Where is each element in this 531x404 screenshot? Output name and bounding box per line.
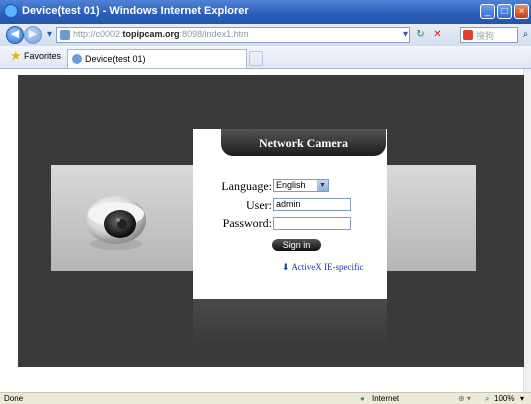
user-label: User:: [246, 198, 272, 212]
tab-device[interactable]: Device(test 01): [67, 49, 247, 68]
zoom-icon: ⌕: [485, 394, 490, 403]
favorites-bar: ★ Favorites Device(test 01): [0, 46, 531, 69]
vertical-scrollbar[interactable]: [523, 69, 531, 392]
forward-button[interactable]: ▶: [24, 26, 42, 44]
sign-in-button[interactable]: Sign in: [272, 239, 321, 251]
user-field[interactable]: admin: [273, 198, 351, 211]
search-icon[interactable]: ⌕: [518, 27, 531, 43]
zone-label: Internet: [372, 394, 400, 403]
activex-link[interactable]: ⬇ ActiveX IE-specific: [282, 262, 364, 273]
language-select[interactable]: English ▼: [273, 179, 329, 192]
minimize-button[interactable]: _: [480, 4, 495, 19]
address-dropdown-icon[interactable]: ▾: [398, 27, 413, 43]
stop-icon[interactable]: ✕: [430, 27, 445, 43]
window-title: Device(test 01) - Windows Internet Explo…: [22, 5, 249, 17]
globe-icon: ●: [360, 394, 365, 403]
back-button[interactable]: ◀: [6, 26, 24, 44]
password-label: Password:: [222, 216, 272, 230]
url-prefix: http://c0002.: [73, 29, 123, 39]
address-toolbar: ◀ ▶ ▾ http://c0002.topipcam.org:8098/ind…: [0, 24, 531, 46]
tab-page-icon: [72, 54, 82, 64]
maximize-button[interactable]: □: [497, 4, 512, 19]
zoom-dropdown-icon[interactable]: ▾: [520, 393, 524, 404]
favorites-button[interactable]: Favorites: [24, 51, 61, 61]
language-value: English: [276, 180, 306, 190]
zoom-level[interactable]: 100%: [494, 393, 514, 404]
refresh-icon[interactable]: ↻: [413, 27, 428, 43]
address-input[interactable]: http://c0002.topipcam.org:8098/index1.ht…: [56, 27, 410, 43]
history-dropdown-icon[interactable]: ▾: [42, 27, 57, 43]
page-icon: [60, 30, 70, 40]
ie-icon: [4, 4, 18, 18]
download-icon: ⬇: [282, 262, 290, 272]
favorites-star-icon: ★: [10, 48, 22, 63]
search-placeholder: 搜狗: [476, 31, 495, 41]
panel-reflection: [193, 299, 387, 347]
password-field[interactable]: [273, 217, 351, 230]
search-provider-icon: [463, 30, 473, 40]
url-suffix: :8098/index1.htm: [179, 29, 249, 39]
search-input[interactable]: 搜狗: [460, 27, 518, 43]
status-bar: Done ● Internet ⊕ ▾ ⌕ 100% ▾: [0, 392, 531, 404]
window-titlebar: Device(test 01) - Windows Internet Explo…: [0, 0, 531, 24]
login-title: Network Camera: [259, 136, 348, 150]
tab-label: Device(test 01): [85, 54, 146, 64]
activex-label: ActiveX IE-specific: [291, 262, 364, 272]
chevron-down-icon: ▼: [317, 180, 328, 191]
dome-camera-image: [86, 196, 146, 250]
language-label: Language:: [221, 179, 272, 193]
status-text: Done: [4, 394, 24, 403]
protected-mode-icon[interactable]: ⊕ ▾: [458, 393, 471, 404]
close-button[interactable]: ×: [514, 4, 529, 19]
new-tab-button[interactable]: [249, 51, 263, 66]
url-domain: topipcam.org: [122, 29, 180, 39]
